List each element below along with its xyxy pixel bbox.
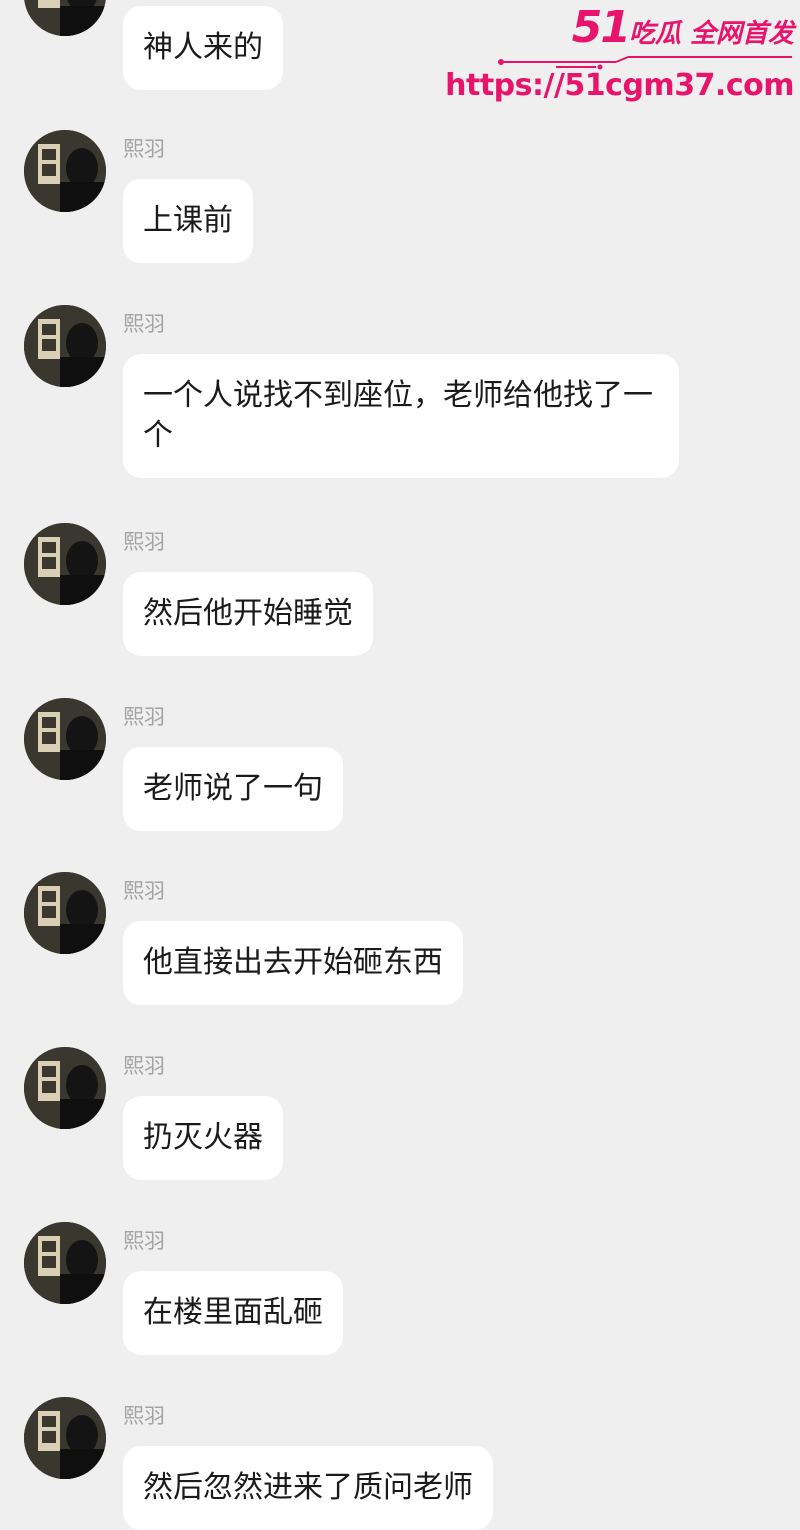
chat-message-list[interactable]: 神人来的 熙羽 上课前 熙羽 一个人说找不到座位，老师给他找了一个 熙羽 然后他… bbox=[0, 0, 800, 1530]
avatar[interactable] bbox=[24, 1222, 106, 1304]
sender-name: 熙羽 bbox=[123, 1404, 165, 1428]
avatar[interactable] bbox=[24, 0, 106, 36]
avatar[interactable] bbox=[24, 698, 106, 780]
watermark-url: https://51cgm37.com bbox=[445, 68, 794, 103]
sender-name: 熙羽 bbox=[123, 705, 165, 729]
message-bubble[interactable]: 老师说了一句 bbox=[123, 747, 343, 831]
sender-name: 熙羽 bbox=[123, 530, 165, 554]
message-bubble[interactable]: 神人来的 bbox=[123, 6, 283, 90]
message-bubble[interactable]: 在楼里面乱砸 bbox=[123, 1271, 343, 1355]
message-bubble[interactable]: 然后忽然进来了质问老师 bbox=[123, 1446, 493, 1530]
avatar[interactable] bbox=[24, 872, 106, 954]
message-bubble[interactable]: 他直接出去开始砸东西 bbox=[123, 921, 463, 1005]
avatar[interactable] bbox=[24, 523, 106, 605]
watermark-logo: 51吃瓜 全网首发 bbox=[572, 6, 794, 59]
sender-name: 熙羽 bbox=[123, 1054, 165, 1078]
watermark: 51吃瓜 全网首发 https://51cgm37.com bbox=[445, 6, 796, 106]
message-bubble[interactable]: 上课前 bbox=[123, 179, 253, 263]
message-bubble[interactable]: 扔灭火器 bbox=[123, 1096, 283, 1180]
message-bubble[interactable]: 然后他开始睡觉 bbox=[123, 572, 373, 656]
sender-name: 熙羽 bbox=[123, 879, 165, 903]
watermark-slogan: 吃瓜 全网首发 bbox=[628, 19, 794, 49]
sender-name: 熙羽 bbox=[123, 137, 165, 161]
avatar[interactable] bbox=[24, 130, 106, 212]
avatar[interactable] bbox=[24, 1047, 106, 1129]
sender-name: 熙羽 bbox=[123, 312, 165, 336]
message-bubble[interactable]: 一个人说找不到座位，老师给他找了一个 bbox=[123, 354, 679, 478]
sender-name: 熙羽 bbox=[123, 1229, 165, 1253]
avatar[interactable] bbox=[24, 305, 106, 387]
avatar[interactable] bbox=[24, 1397, 106, 1479]
watermark-brand-number: 51 bbox=[571, 2, 631, 53]
